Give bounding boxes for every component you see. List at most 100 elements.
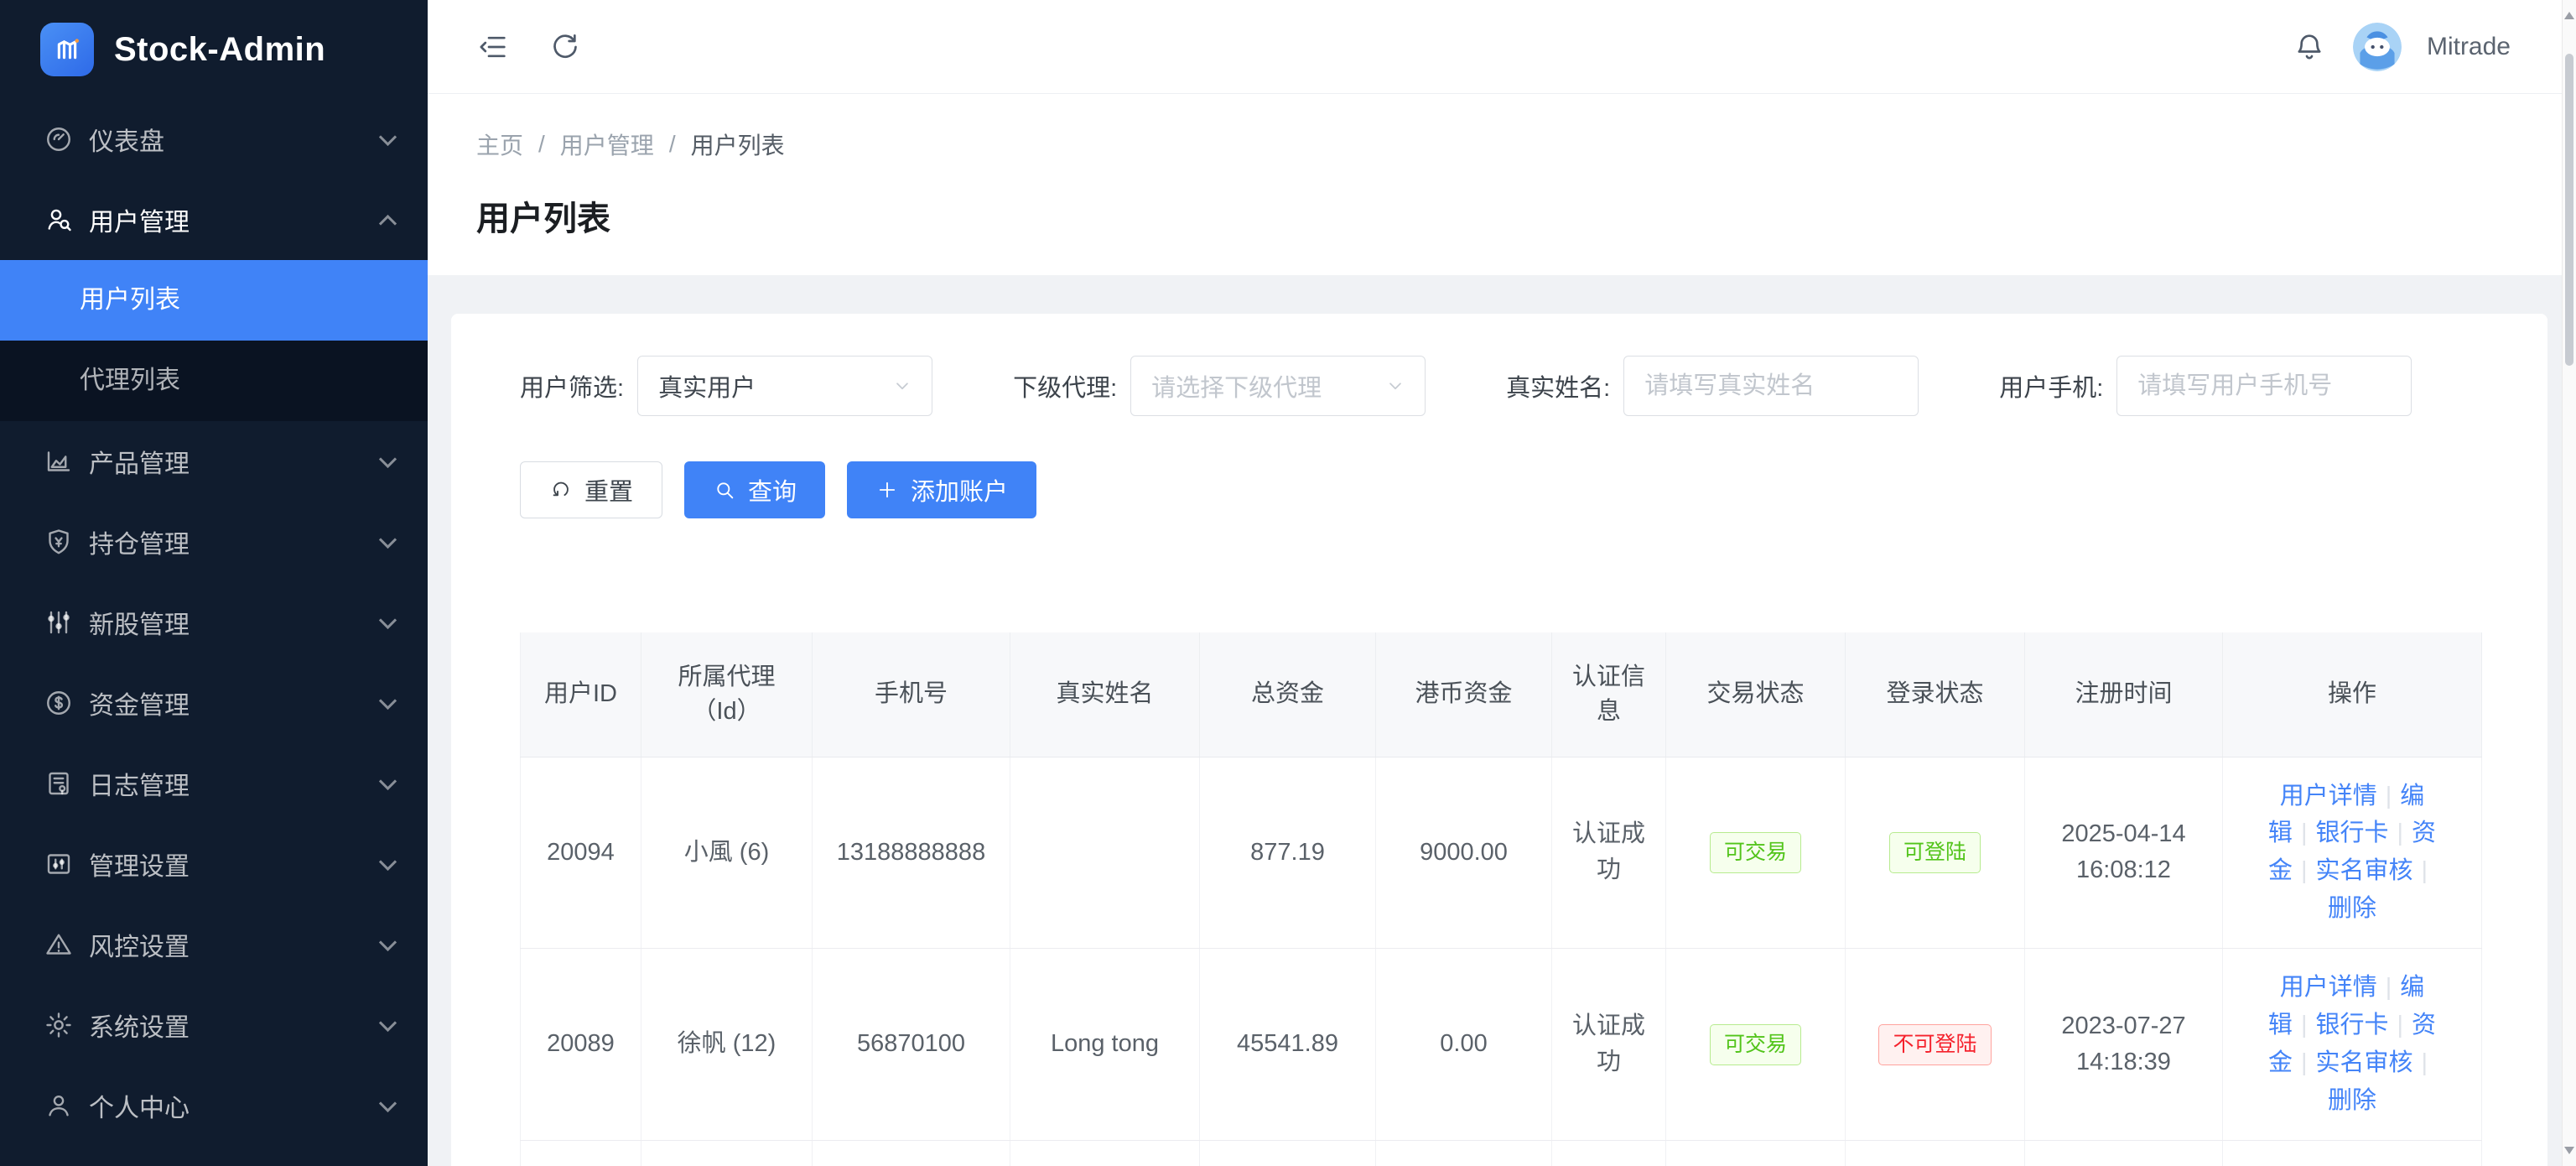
cell-login-status: 不可登陆 — [1846, 949, 2025, 1141]
dollar-circle-icon — [42, 686, 75, 720]
user-detail-link[interactable]: 用户详情 — [2280, 783, 2377, 809]
cell-real-name — [1010, 757, 1200, 949]
notification-bell-icon[interactable] — [2291, 29, 2328, 65]
scroll-up-arrow[interactable] — [2564, 12, 2574, 19]
sidebar-item-label: 风控设置 — [89, 926, 382, 963]
cell-total-funds: 45541.89 — [1200, 949, 1376, 1141]
app-title: Stock-Admin — [114, 31, 325, 69]
avatar[interactable] — [2353, 23, 2402, 71]
action-separator: | — [2386, 783, 2392, 809]
sidebar-subitem-1-1[interactable]: 代理列表 — [0, 341, 428, 421]
action-separator: | — [2301, 1012, 2308, 1038]
user-type-select-value: 真实用户 — [658, 368, 756, 403]
sidebar-item-3[interactable]: 持仓管理 — [0, 502, 428, 582]
action-separator: | — [2386, 974, 2392, 1001]
real-name-input[interactable] — [1623, 356, 1919, 416]
sidebar-item-0[interactable]: 仪表盘 — [0, 99, 428, 180]
table-body: 20094 小風 (6) 13188888888 877.19 9000.00 … — [521, 757, 2482, 1166]
cell-login-status: 可登陆 — [1846, 757, 2025, 949]
cell-hkd-funds: 0.00 — [1376, 1141, 1552, 1166]
scroll-down-arrow[interactable] — [2564, 1147, 2574, 1154]
table-row-1: 20089 徐帆 (12) 56870100 Long tong 45541.8… — [521, 949, 2482, 1141]
menu-fold-icon[interactable] — [475, 29, 512, 65]
kyc-review-link[interactable]: 实名审核 — [2316, 857, 2413, 884]
action-separator: | — [2422, 1049, 2428, 1076]
plus-icon — [875, 478, 899, 502]
filter-user-phone-label: 用户手机: — [1999, 368, 2103, 403]
chevron-down-icon — [379, 450, 397, 467]
breadcrumb-item-2: 用户列表 — [691, 128, 785, 161]
user-phone-input[interactable] — [2116, 356, 2412, 416]
sidebar-item-6[interactable]: 日志管理 — [0, 743, 428, 824]
user-type-select[interactable]: 真实用户 — [637, 356, 932, 416]
chevron-down-icon — [379, 1094, 397, 1111]
sidebar-subitem-1-0[interactable]: 用户列表 — [0, 260, 428, 341]
sidebar: Stock-Admin 仪表盘 用户管理 用户列表代理列表 产品管理 持仓管理 … — [0, 0, 428, 1166]
username[interactable]: Mitrade — [2427, 33, 2511, 61]
sub-agent-select-placeholder: 请选择下级代理 — [1151, 368, 1322, 403]
breadcrumb-item-0[interactable]: 主页 — [476, 128, 523, 161]
breadcrumb: 主页/用户管理/用户列表 — [476, 128, 2576, 161]
search-icon — [713, 478, 736, 502]
cell-user-id: 20089 — [521, 949, 641, 1141]
sub-agent-select[interactable]: 请选择下级代理 — [1130, 356, 1426, 416]
app-logo[interactable]: Stock-Admin — [0, 0, 428, 99]
sidebar-item-8[interactable]: 风控设置 — [0, 904, 428, 985]
sidebar-item-label: 产品管理 — [89, 443, 382, 480]
action-separator: | — [2397, 820, 2404, 846]
sidebar-item-label: 资金管理 — [89, 685, 382, 721]
sidebar-item-label: 仪表盘 — [89, 121, 382, 158]
chevron-down-icon — [1384, 375, 1406, 397]
action-buttons: 重置 查询 添加账户 — [520, 461, 2482, 518]
sidebar-item-5[interactable]: 资金管理 — [0, 663, 428, 743]
cell-real-name: LEUNG HIU TUNG — [1010, 1141, 1200, 1166]
column-header-7: 交易状态 — [1666, 632, 1846, 757]
scrollbar[interactable] — [2562, 0, 2576, 1166]
cell-actions: 用户详情|编辑|银行卡|资金|实名审核|删除 — [2223, 949, 2482, 1141]
reset-button[interactable]: 重置 — [520, 461, 662, 518]
cell-auth-info: 认证成功 — [1552, 757, 1666, 949]
cell-login-status: 不可登陆 — [1846, 1141, 2025, 1166]
log-document-icon — [42, 767, 75, 800]
scrollbar-thumb[interactable] — [2565, 54, 2573, 366]
cell-trade-status: 可交易 — [1666, 949, 1846, 1141]
user-detail-link[interactable]: 用户详情 — [2280, 974, 2377, 1001]
bank-card-link[interactable]: 银行卡 — [2315, 1012, 2388, 1038]
chart-icon — [42, 445, 75, 478]
sidebar-item-4[interactable]: 新股管理 — [0, 582, 428, 663]
delete-link[interactable]: 删除 — [2328, 1087, 2376, 1114]
breadcrumb-item-1[interactable]: 用户管理 — [560, 128, 654, 161]
kyc-review-link[interactable]: 实名审核 — [2316, 1049, 2413, 1076]
cell-total-funds: 877.19 — [1200, 757, 1376, 949]
gear-icon — [42, 1008, 75, 1042]
sidebar-item-10[interactable]: 个人中心 — [0, 1065, 428, 1146]
chevron-down-icon — [379, 530, 397, 548]
cell-auth-info: 认证成功 — [1552, 949, 1666, 1141]
column-header-0: 用户ID — [521, 632, 641, 757]
bank-card-link[interactable]: 银行卡 — [2315, 820, 2388, 846]
sidebar-item-2[interactable]: 产品管理 — [0, 421, 428, 502]
action-separator: | — [2301, 1049, 2308, 1076]
sidebar-item-label: 用户管理 — [89, 201, 382, 238]
search-button[interactable]: 查询 — [684, 461, 825, 518]
action-separator: | — [2397, 1012, 2404, 1038]
sidebar-item-9[interactable]: 系统设置 — [0, 985, 428, 1065]
sidebar-item-7[interactable]: 管理设置 — [0, 824, 428, 904]
column-header-10: 操作 — [2223, 632, 2482, 757]
chevron-down-icon — [379, 852, 397, 870]
reload-icon[interactable] — [547, 29, 584, 65]
main-area: Mitrade 主页/用户管理/用户列表 用户列表 用户筛选: 真实用户 — [428, 0, 2576, 1166]
chevron-down-icon — [379, 691, 397, 709]
breadcrumb-separator: / — [669, 131, 676, 158]
filter-sub-agent: 下级代理: 请选择下级代理 — [1013, 356, 1426, 416]
reset-button-label: 重置 — [584, 472, 633, 508]
sidebar-nav: 仪表盘 用户管理 用户列表代理列表 产品管理 持仓管理 新股管理 资金管理 — [0, 99, 428, 1146]
top-bar-right: Mitrade — [2291, 23, 2511, 71]
add-account-button[interactable]: 添加账户 — [847, 461, 1036, 518]
delete-link[interactable]: 删除 — [2328, 895, 2376, 922]
sliders-icon — [42, 606, 75, 639]
sidebar-item-label: 个人中心 — [89, 1087, 382, 1124]
cell-agent: 小風 (6) — [641, 757, 813, 949]
sidebar-item-1[interactable]: 用户管理 — [0, 180, 428, 260]
chevron-down-icon — [379, 933, 397, 950]
